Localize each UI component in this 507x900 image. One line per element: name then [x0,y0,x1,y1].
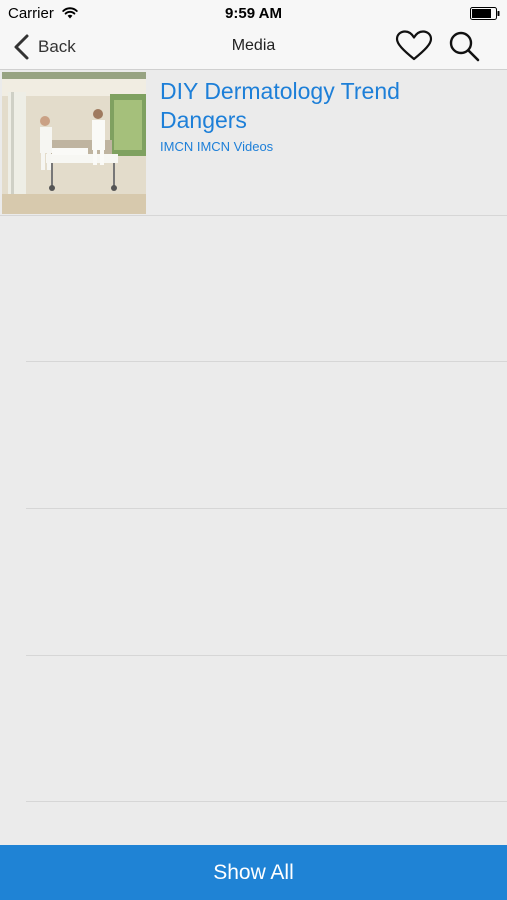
hospital-room-photo [2,72,146,214]
show-all-button[interactable]: Show All [0,845,507,900]
back-button[interactable]: Back [12,31,76,63]
media-list-item[interactable]: DIY Dermatology Trend Dangers IMCN IMCN … [0,70,507,215]
media-list: DIY Dermatology Trend Dangers IMCN IMCN … [0,70,507,845]
row-divider [26,655,507,656]
status-time: 9:59 AM [225,5,282,22]
search-button[interactable] [447,30,481,64]
row-divider [26,508,507,509]
back-label: Back [38,37,76,56]
status-bar: Carrier 9:59 AM [0,0,507,28]
row-divider [26,801,507,802]
row-divider [0,215,507,216]
favorite-button[interactable] [395,30,433,62]
row-divider [26,361,507,362]
chevron-left-icon [14,34,29,60]
media-thumbnail [2,72,146,214]
navigation-bar: Back Media [0,28,507,70]
battery-icon [470,7,500,20]
media-tags[interactable]: IMCN IMCN Videos [160,139,273,154]
media-title: DIY Dermatology Trend Dangers [160,78,400,133]
heart-icon [395,30,433,61]
search-icon [449,31,480,62]
